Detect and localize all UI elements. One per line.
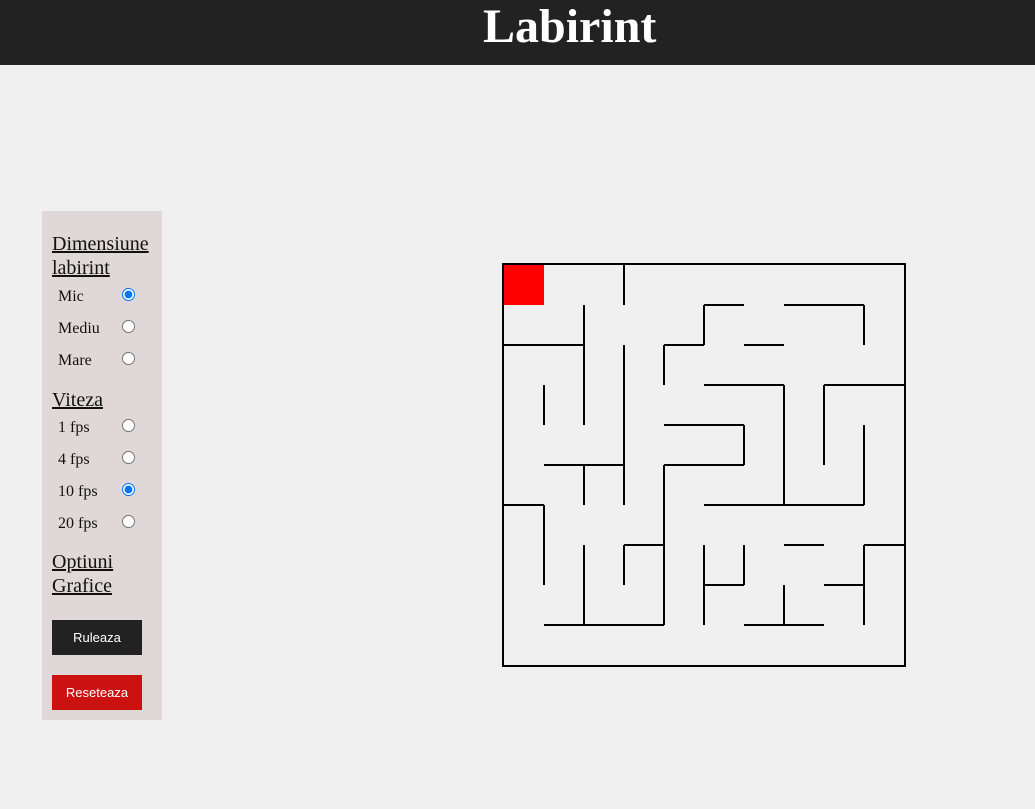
- size-radio-mic[interactable]: [122, 288, 135, 301]
- graphics-section-title: Optiuni Grafice: [52, 551, 114, 597]
- reset-button[interactable]: Reseteaza: [52, 675, 142, 710]
- speed-radio-1fps[interactable]: [122, 419, 135, 432]
- size-option-label: Mediu: [58, 320, 100, 337]
- speed-option-label: 10 fps: [58, 483, 98, 500]
- speed-option-label: 20 fps: [58, 515, 98, 532]
- maze-walls: [504, 265, 904, 626]
- speed-option-20fps: 20 fps: [58, 513, 158, 535]
- speed-option-label: 4 fps: [58, 451, 90, 468]
- settings-panel: Dimensiune labirint Mic Mediu Mare Vitez…: [42, 211, 162, 720]
- run-button[interactable]: Ruleaza: [52, 620, 142, 655]
- speed-radio-10fps[interactable]: [122, 483, 135, 496]
- header-bar: Labirint: [0, 0, 1035, 65]
- size-section-title: Dimensiune labirint: [52, 233, 149, 279]
- maze-start-marker: [504, 265, 544, 305]
- page-title: Labirint: [483, 0, 657, 53]
- start-cell: [504, 265, 544, 305]
- speed-option-4fps: 4 fps: [58, 449, 158, 471]
- maze-canvas: [502, 263, 906, 667]
- speed-option-10fps: 10 fps: [58, 481, 158, 503]
- size-option-mic: Mic: [58, 286, 158, 308]
- size-option-label: Mare: [58, 352, 92, 369]
- speed-section-title: Viteza: [52, 389, 103, 411]
- size-option-mare: Mare: [58, 350, 158, 372]
- size-option-mediu: Mediu: [58, 318, 158, 340]
- speed-radio-4fps[interactable]: [122, 451, 135, 464]
- speed-option-label: 1 fps: [58, 419, 90, 436]
- size-radio-mediu[interactable]: [122, 320, 135, 333]
- size-option-label: Mic: [58, 288, 84, 305]
- speed-option-1fps: 1 fps: [58, 417, 158, 439]
- size-radio-mare[interactable]: [122, 352, 135, 365]
- speed-radio-20fps[interactable]: [122, 515, 135, 528]
